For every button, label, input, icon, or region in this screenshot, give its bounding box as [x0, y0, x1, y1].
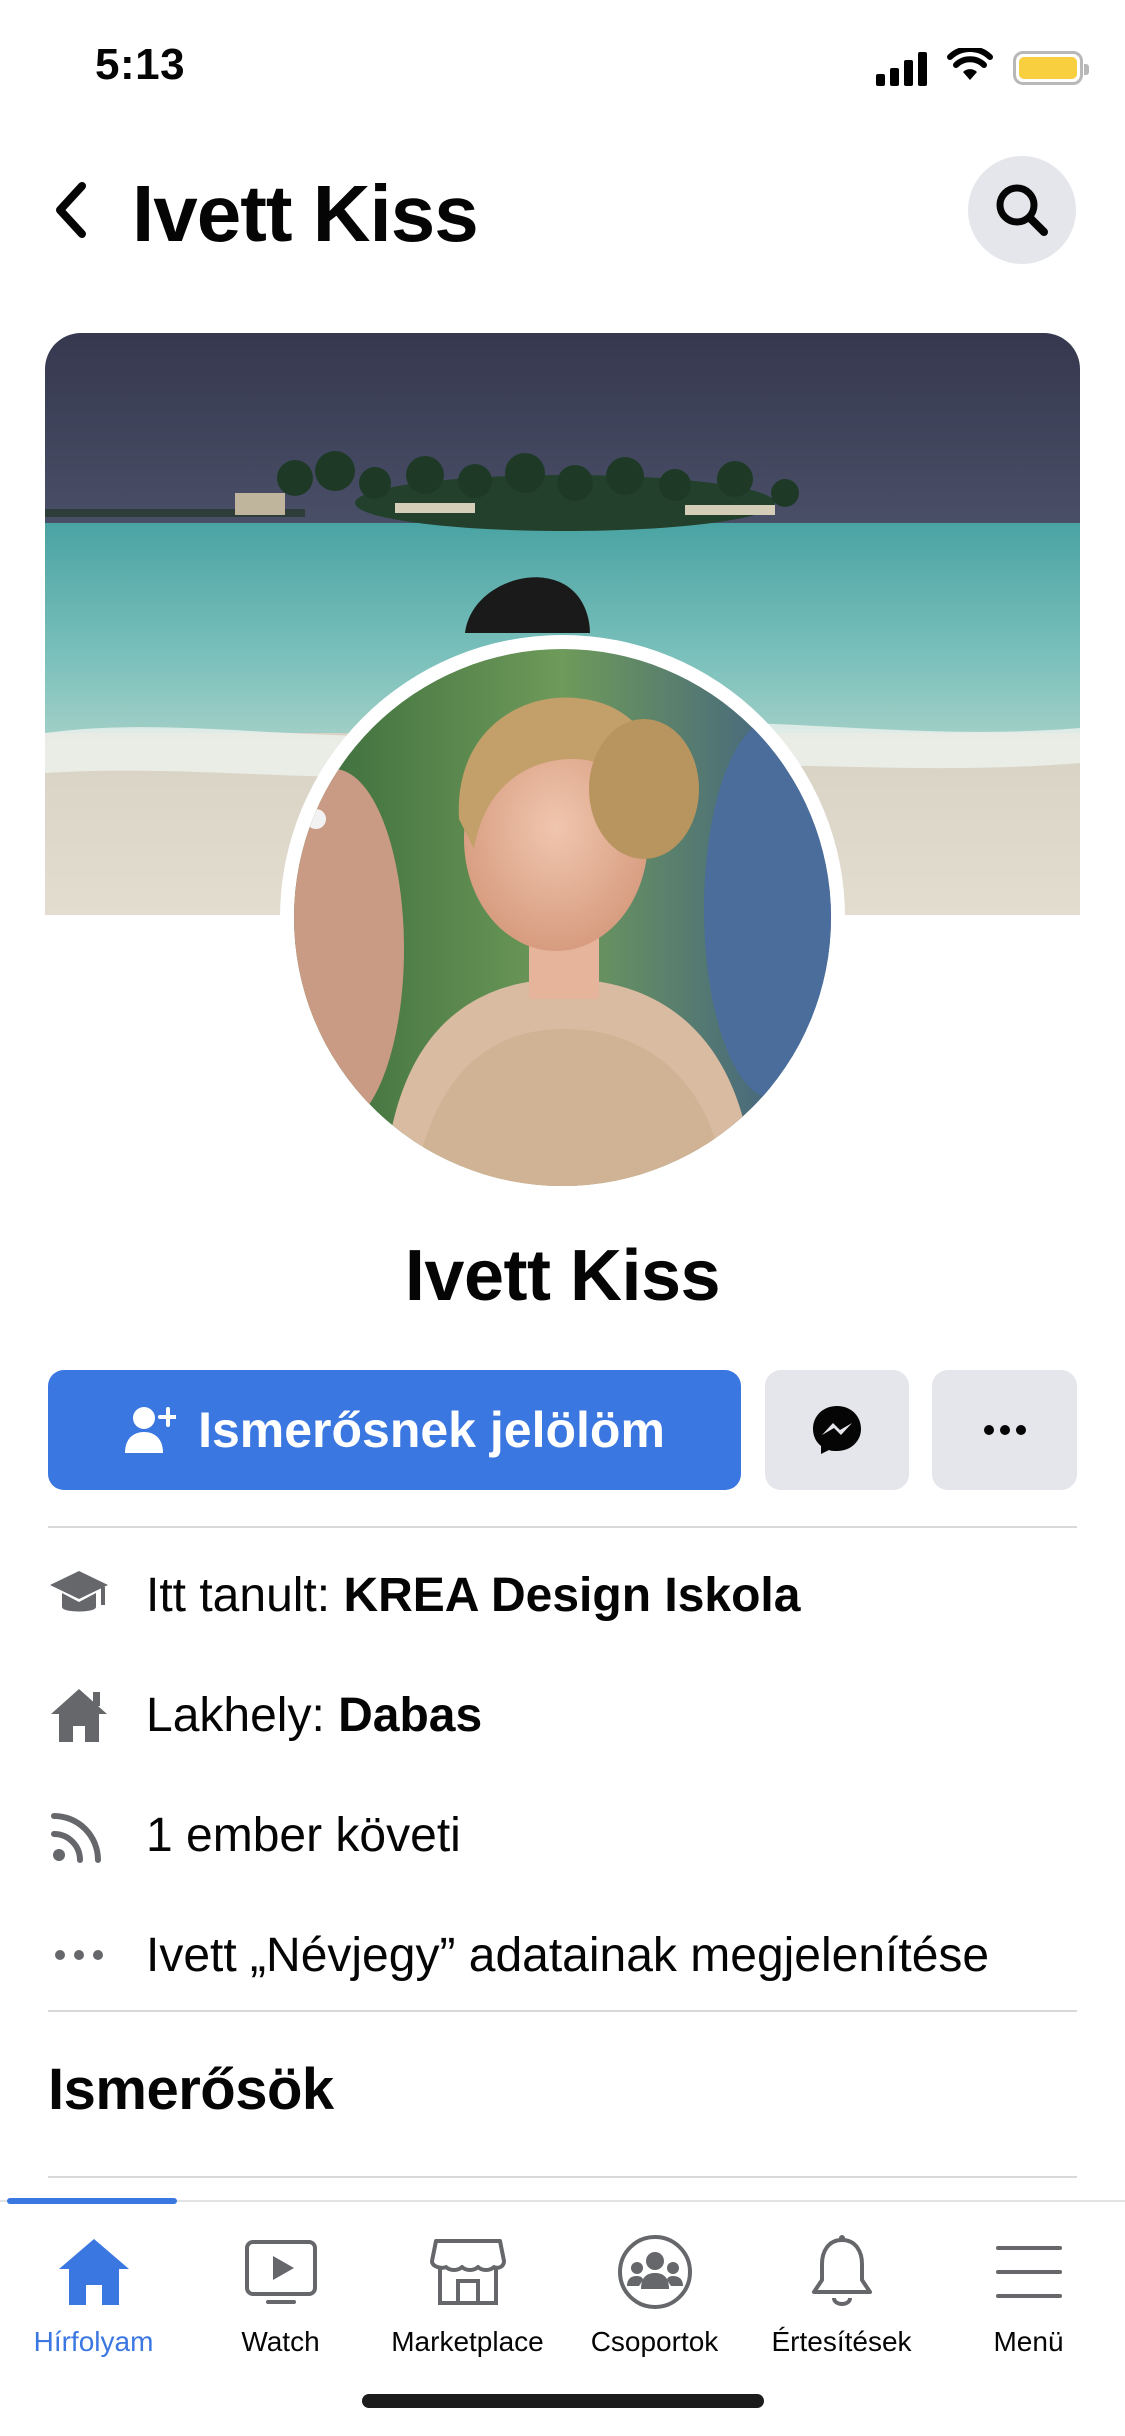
- profile-avatar[interactable]: [280, 635, 845, 1200]
- info-followers[interactable]: 1 ember követi: [48, 1790, 1088, 1880]
- more-options-button[interactable]: [932, 1370, 1077, 1490]
- wifi-icon: [947, 46, 993, 87]
- add-user-icon: [125, 1407, 177, 1453]
- more-dots-icon: [983, 1425, 1026, 1435]
- tab-watch[interactable]: Watch: [187, 2232, 374, 2358]
- messenger-icon: [813, 1406, 861, 1454]
- tab-groups[interactable]: Csoportok: [561, 2232, 748, 2358]
- divider: [48, 1526, 1077, 1528]
- status-icons: [876, 46, 1089, 87]
- search-button[interactable]: [968, 156, 1076, 264]
- profile-name: Ivett Kiss: [404, 1236, 721, 1316]
- divider: [48, 2176, 1077, 2178]
- bell-icon: [802, 2232, 882, 2312]
- home-icon: [48, 1684, 110, 1746]
- messenger-button[interactable]: [765, 1370, 909, 1490]
- tab-label: Marketplace: [391, 2326, 544, 2357]
- info-value[interactable]: Dabas: [338, 1689, 482, 1742]
- profile-header: Ivett Kiss: [0, 150, 1125, 280]
- avatar: [294, 649, 831, 1186]
- info-about-link[interactable]: Ivett „Névjegy” adatainak megjelenítése: [48, 1910, 1088, 2000]
- hamburger-menu-icon: [989, 2232, 1069, 2312]
- tab-label: Értesítések: [771, 2326, 912, 2357]
- tab-label: Menü: [993, 2326, 1064, 2357]
- home-indicator[interactable]: [362, 2394, 764, 2408]
- tab-marketplace[interactable]: Marketplace: [374, 2232, 561, 2358]
- tab-notifications[interactable]: Értesítések: [748, 2232, 935, 2358]
- chevron-left-icon: [56, 182, 86, 238]
- status-bar: 5:13: [0, 0, 1125, 135]
- groups-icon: [615, 2232, 695, 2312]
- more-dots-icon: [48, 1924, 110, 1986]
- search-icon: [996, 184, 1048, 236]
- add-friend-button[interactable]: Ismerősnek jelölöm: [48, 1370, 741, 1490]
- graduation-cap-icon: [48, 1564, 110, 1626]
- friends-section-title: Ismerősök: [48, 2057, 334, 2122]
- battery-icon: [1013, 50, 1089, 85]
- tab-news-feed[interactable]: Hírfolyam: [0, 2232, 187, 2358]
- add-friend-label: Ismerősnek jelölöm: [198, 1402, 665, 1458]
- info-residence[interactable]: Lakhely: Dabas: [48, 1670, 1088, 1760]
- page-title: Ivett Kiss: [132, 169, 479, 258]
- info-value[interactable]: KREA Design Iskola: [343, 1569, 800, 1622]
- active-tab-indicator: [7, 2198, 177, 2204]
- tab-label: Watch: [241, 2326, 320, 2357]
- video-play-icon: [241, 2232, 321, 2312]
- info-label: 1 ember követi: [146, 1808, 461, 1862]
- tab-label: Csoportok: [590, 2326, 719, 2357]
- info-label: Lakhely:: [146, 1688, 339, 1742]
- marketplace-store-icon: [428, 2232, 508, 2312]
- info-label: Ivett „Névjegy” adatainak megjelenítése: [146, 1928, 990, 1982]
- divider: [48, 2010, 1077, 2012]
- back-button[interactable]: [40, 180, 100, 240]
- home-icon: [54, 2232, 134, 2312]
- cellular-signal-icon: [876, 50, 927, 86]
- info-label: Itt tanult:: [146, 1568, 344, 1622]
- tab-label: Hírfolyam: [33, 2326, 154, 2357]
- info-education[interactable]: Itt tanult: KREA Design Iskola: [48, 1550, 1088, 1640]
- rss-feed-icon: [48, 1804, 110, 1866]
- status-time: 5:13: [95, 40, 186, 89]
- tab-menu[interactable]: Menü: [935, 2232, 1122, 2358]
